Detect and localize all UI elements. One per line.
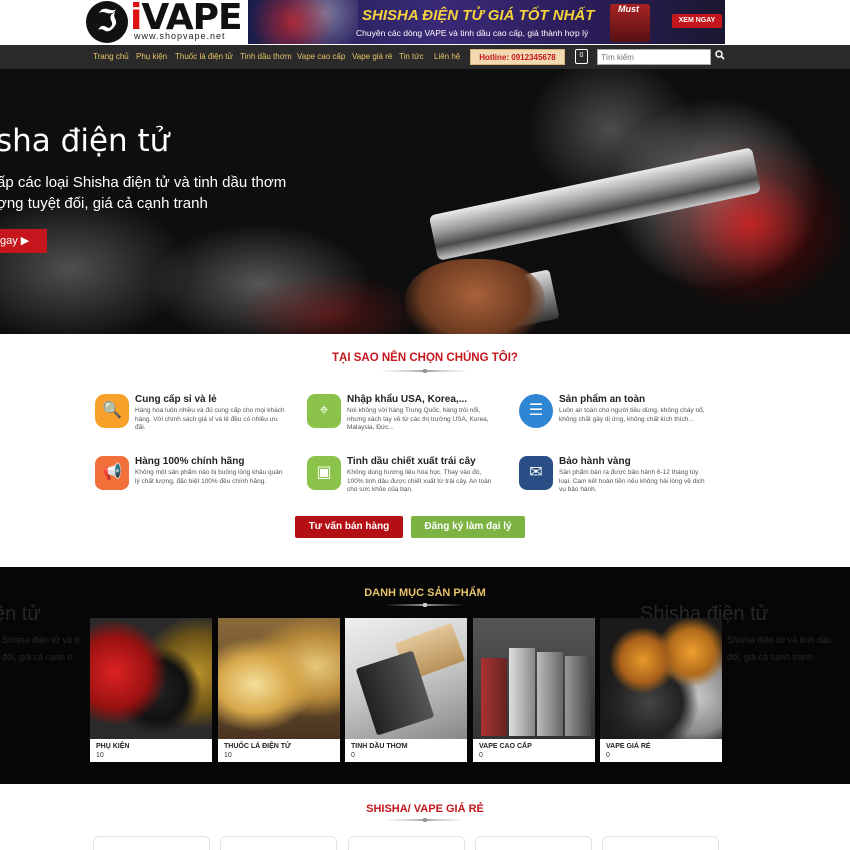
megaphone-icon: 📢 xyxy=(95,456,129,490)
nav-item-cheap-vape[interactable]: Vape giá rẻ xyxy=(352,52,392,61)
background-title: ện tử xyxy=(0,603,41,625)
section-divider-dot xyxy=(423,603,427,607)
why-us-title: TẠI SAO NÊN CHỌN CHÚNG TÔI? xyxy=(332,352,518,364)
cart-icon[interactable]: 0 xyxy=(575,49,588,64)
product-card[interactable] xyxy=(348,836,465,850)
nav-item-contact[interactable]: Liên hệ xyxy=(434,52,460,61)
device-image xyxy=(537,652,563,736)
feature-title: Cung cấp sỉ và lẻ xyxy=(135,394,217,405)
nav-item-news[interactable]: Tin tức xyxy=(399,52,424,61)
hero-subtitle-line2: ợng tuyệt đối, giá cả cạnh tranh xyxy=(0,195,208,212)
nav-item-premium-vape[interactable]: Vape cao cấp xyxy=(297,52,345,61)
feature-desc: Hàng hóa luôn nhiều và đủ cung cấp cho m… xyxy=(135,407,285,431)
category-card-premium-vape[interactable]: Vape cao cấp 0 xyxy=(473,618,595,762)
feature-desc: Không dùng hương liệu hóa học. Thay vào … xyxy=(347,469,492,493)
sales-consult-button[interactable]: Tư vấn bán hàng xyxy=(295,516,403,538)
feature-desc: Nói không với hàng Trung Quốc, hàng trôi… xyxy=(347,407,489,431)
background-text: đối, giá cả cạnh tranh xyxy=(727,652,814,662)
category-count: 10 xyxy=(96,752,104,759)
category-image xyxy=(473,618,595,739)
feature-title: Nhập khẩu USA, Korea,... xyxy=(347,394,468,405)
register-agent-button[interactable]: Đăng ký làm đại lý xyxy=(411,516,525,538)
hero-hand-image xyxy=(405,259,545,334)
feature-title: Bảo hành vàng xyxy=(559,456,631,467)
hero-title: sha điện tử xyxy=(0,123,170,159)
logo[interactable]: ℑ iVAPE www.shopvape.net xyxy=(86,0,250,44)
nav-item-e-cigarettes[interactable]: Thuốc lá điện tử xyxy=(175,52,233,61)
category-image xyxy=(600,618,722,739)
search-icon[interactable] xyxy=(714,50,726,64)
banner-title: SHISHA ĐIỆN TỬ GIÁ TỐT NHẤT xyxy=(362,7,595,24)
cheap-vape-title: SHISHA/ VAPE GIÁ RẺ xyxy=(366,803,484,815)
banner-subtitle: Chuyên các dòng VAPE và tinh dầu cao cấp… xyxy=(356,28,589,38)
category-card-cheap-vape[interactable]: Vape giá rẻ 0 xyxy=(600,618,722,762)
feature-title: Sản phẩm an toàn xyxy=(559,394,646,405)
logo-mark-icon: ℑ xyxy=(86,1,128,43)
device-image xyxy=(565,656,591,736)
category-count: 0 xyxy=(479,752,483,759)
category-count: 10 xyxy=(224,752,232,759)
category-card-essential-oils[interactable]: Tinh dầu thơm 0 xyxy=(345,618,467,762)
nav-item-home[interactable]: Trang chủ xyxy=(93,52,129,61)
category-name: Vape giá rẻ xyxy=(606,743,651,750)
category-name: Tinh dầu thơm xyxy=(351,743,408,750)
category-count: 0 xyxy=(351,752,355,759)
hotline-badge[interactable]: Hotline: 0912345678 xyxy=(470,49,565,65)
monitor-icon: ▣ xyxy=(307,456,341,490)
document-icon: ☰ xyxy=(519,394,553,428)
nav-item-essential-oils[interactable]: Tinh dầu thơm xyxy=(240,52,292,61)
category-name: Phụ kiện xyxy=(96,743,130,750)
map-pin-icon: ⌖ xyxy=(307,394,341,428)
category-title: DANH MỤC SẢN PHẨM xyxy=(364,587,486,599)
background-text: Shisha điện tử và tinh dầu xyxy=(727,635,832,645)
category-card-e-cigarettes[interactable]: Thuốc lá điện tử 10 xyxy=(218,618,340,762)
banner-cta-button[interactable]: XEM NGAY xyxy=(672,14,722,28)
main-nav: Trang chủ Phụ kiện Thuốc lá điện tử Tinh… xyxy=(0,45,850,69)
envelope-icon: ✉ xyxy=(519,456,553,490)
category-image xyxy=(345,618,467,739)
category-count: 0 xyxy=(606,752,610,759)
section-divider-dot xyxy=(423,818,427,822)
background-text: Shisha điện tử và ti xyxy=(2,635,80,645)
feature-desc: Luôn an toàn cho người tiêu dùng, không … xyxy=(559,407,705,423)
banner-smoke-image xyxy=(248,0,358,44)
feature-title: Hàng 100% chính hãng xyxy=(135,456,245,467)
category-name: Thuốc lá điện tử xyxy=(224,743,291,750)
category-image xyxy=(90,618,212,739)
feature-desc: Không một sản phẩm nào bị buông lỏng khâ… xyxy=(135,469,283,485)
device-image xyxy=(509,648,535,736)
background-text: đối, giá cả cạnh tr xyxy=(2,652,74,662)
feature-desc: Sản phẩm bán ra được bảo hành 6-12 tháng… xyxy=(559,469,705,493)
product-card[interactable] xyxy=(475,836,592,850)
product-card[interactable] xyxy=(220,836,337,850)
device-image xyxy=(481,658,507,736)
promo-banner[interactable]: SHISHA ĐIỆN TỬ GIÁ TỐT NHẤT Chuyên các d… xyxy=(248,0,725,44)
hero-cta-button[interactable]: gay ▶ xyxy=(0,229,47,253)
feature-title: Tinh dầu chiết xuất trái cây xyxy=(347,456,476,467)
category-image xyxy=(218,618,340,739)
hero-slider[interactable]: sha điện tử ấp các loại Shisha điện tử v… xyxy=(0,69,850,334)
section-divider-dot xyxy=(423,369,427,373)
product-card[interactable] xyxy=(93,836,210,850)
logo-url: www.shopvape.net xyxy=(134,31,226,41)
top-header: ℑ iVAPE www.shopvape.net SHISHA ĐIỆN TỬ … xyxy=(0,0,850,45)
search-input[interactable] xyxy=(597,49,711,65)
category-section: ện tử Shisha điện tử và ti đối, giá cả c… xyxy=(0,567,850,784)
category-card-accessories[interactable]: Phụ kiện 10 xyxy=(90,618,212,762)
product-card[interactable] xyxy=(602,836,719,850)
category-name: Vape cao cấp xyxy=(479,743,532,750)
search-product-icon: 🔍 xyxy=(95,394,129,428)
nav-item-accessories[interactable]: Phụ kiện xyxy=(136,52,167,61)
hero-subtitle-line1: ấp các loại Shisha điện tử và tinh dầu t… xyxy=(0,174,287,191)
banner-product-label: Must xyxy=(618,4,639,14)
